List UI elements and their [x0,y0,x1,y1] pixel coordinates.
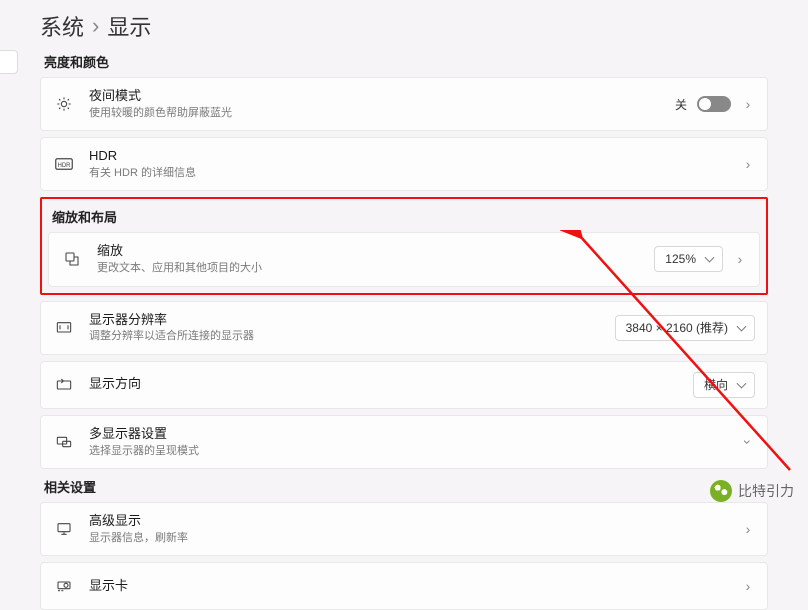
hdr-sub: 有关 HDR 的详细信息 [89,166,741,180]
row-resolution[interactable]: 显示器分辨率 调整分辨率以适合所连接的显示器 3840 × 2160 (推荐) [40,301,768,355]
scale-title: 缩放 [97,243,654,260]
row-scale[interactable]: 缩放 更改文本、应用和其他项目的大小 125% › [48,232,760,286]
multi-display-title: 多显示器设置 [89,426,741,443]
chevron-right-icon: › [741,96,755,112]
hdr-title: HDR [89,148,741,165]
row-gpu[interactable]: 显示卡 › [40,562,768,610]
resolution-title: 显示器分辨率 [89,312,615,329]
row-orientation[interactable]: 显示方向 横向 [40,361,768,409]
breadcrumb-current: 显示 [107,10,151,42]
orientation-icon [53,377,75,393]
chevron-right-icon: › [741,521,755,537]
row-multi-display[interactable]: 多显示器设置 选择显示器的呈现模式 › [40,415,768,469]
breadcrumb: 系统 › 显示 [40,10,768,42]
night-light-toggle-label: 关 [675,96,687,113]
row-night-light[interactable]: 夜间模式 使用较暖的颜色帮助屏蔽蓝光 关 › [40,77,768,131]
chevron-right-icon: › [733,251,747,267]
orientation-title: 显示方向 [89,376,693,393]
row-hdr[interactable]: HDR HDR 有关 HDR 的详细信息 › [40,137,768,191]
gpu-icon [53,578,75,594]
orientation-select[interactable]: 横向 [693,372,755,398]
resolution-sub: 调整分辨率以适合所连接的显示器 [89,329,615,343]
scale-sub: 更改文本、应用和其他项目的大小 [97,261,654,275]
advanced-display-sub: 显示器信息，刷新率 [89,531,741,545]
advanced-display-title: 高级显示 [89,513,741,530]
chevron-down-icon: › [740,435,756,449]
section-brightness-header: 亮度和颜色 [44,52,768,71]
section-scale-header: 缩放和布局 [52,207,760,226]
row-advanced-display[interactable]: 高级显示 显示器信息，刷新率 › [40,502,768,556]
annotation-highlight-box: 缩放和布局 缩放 更改文本、应用和其他项目的大小 125% › [40,197,768,294]
watermark: 比特引力 [710,480,794,502]
chevron-right-icon: › [741,156,755,172]
night-light-toggle[interactable] [697,96,731,112]
wechat-icon [710,480,732,502]
breadcrumb-separator: › [92,13,99,39]
resolution-select[interactable]: 3840 × 2160 (推荐) [615,315,755,341]
svg-text:HDR: HDR [58,163,72,169]
multi-display-icon [53,434,75,450]
scale-select[interactable]: 125% [654,246,723,272]
hdr-icon: HDR [53,158,75,170]
night-light-sub: 使用较暖的颜色帮助屏蔽蓝光 [89,106,675,120]
scale-icon [61,251,83,267]
breadcrumb-root[interactable]: 系统 [40,10,84,42]
multi-display-sub: 选择显示器的呈现模式 [89,444,741,458]
resolution-icon [53,320,75,336]
watermark-text: 比特引力 [738,481,794,501]
chevron-right-icon: › [741,578,755,594]
night-light-title: 夜间模式 [89,88,675,105]
monitor-icon [53,521,75,537]
sun-icon [53,96,75,112]
gpu-title: 显示卡 [89,578,741,595]
section-related-header: 相关设置 [44,477,768,496]
